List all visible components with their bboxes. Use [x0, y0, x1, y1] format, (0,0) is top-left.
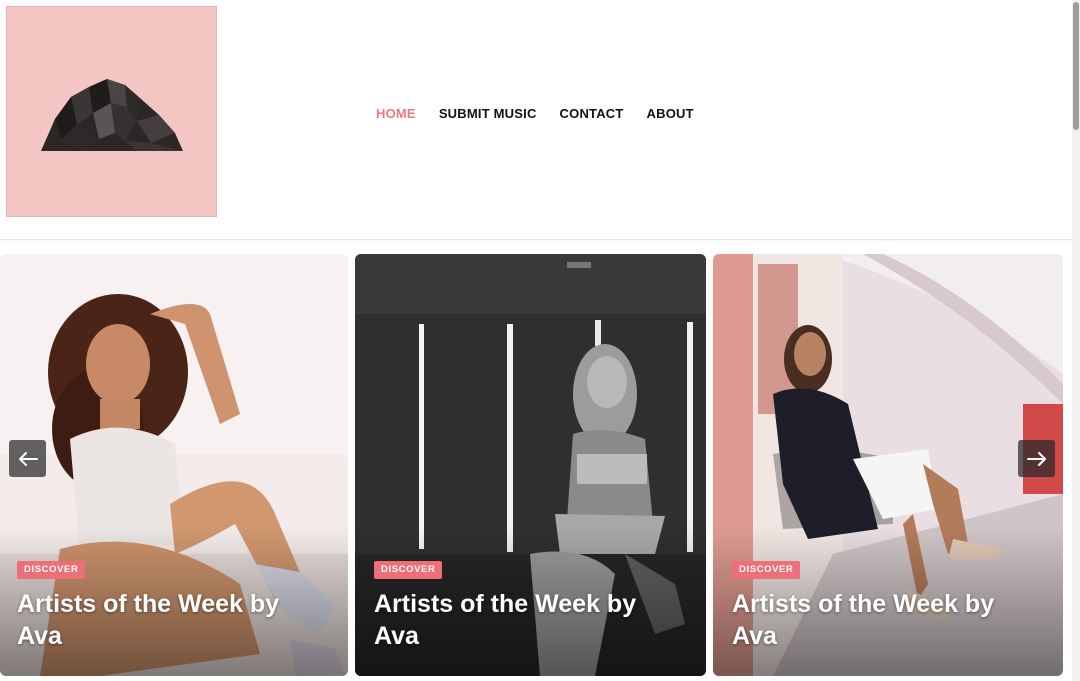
card-title[interactable]: Artists of the Week by Ava: [17, 588, 317, 652]
main-nav: HOME SUBMIT MUSIC CONTACT ABOUT: [376, 106, 694, 121]
category-badge[interactable]: DISCOVER: [374, 561, 443, 579]
category-badge[interactable]: DISCOVER: [732, 561, 801, 579]
scrollbar-thumb[interactable]: [1073, 2, 1079, 130]
mountain-logo-icon: [41, 79, 183, 151]
featured-slider: DISCOVER Artists of the Week by Ava DISC…: [0, 254, 1072, 676]
slider-card[interactable]: DISCOVER Artists of the Week by Ava: [713, 254, 1063, 676]
arrow-left-icon: [18, 451, 38, 466]
nav-item-home[interactable]: HOME: [376, 106, 416, 121]
arrow-right-icon: [1026, 451, 1046, 466]
page-scrollbar[interactable]: [1072, 0, 1080, 681]
nav-item-contact[interactable]: CONTACT: [560, 106, 624, 121]
nav-item-submit-music[interactable]: SUBMIT MUSIC: [439, 106, 537, 121]
card-title[interactable]: Artists of the Week by Ava: [732, 588, 1032, 652]
slider-card[interactable]: DISCOVER Artists of the Week by Ava: [355, 254, 706, 676]
site-header: HOME SUBMIT MUSIC CONTACT ABOUT: [0, 0, 1072, 240]
nav-item-about[interactable]: ABOUT: [647, 106, 694, 121]
slider-card[interactable]: DISCOVER Artists of the Week by Ava: [0, 254, 348, 676]
slider-prev-button[interactable]: [9, 440, 46, 477]
slider-next-button[interactable]: [1018, 440, 1055, 477]
category-badge[interactable]: DISCOVER: [17, 561, 86, 579]
card-title[interactable]: Artists of the Week by Ava: [374, 588, 674, 652]
site-logo[interactable]: [6, 6, 217, 217]
